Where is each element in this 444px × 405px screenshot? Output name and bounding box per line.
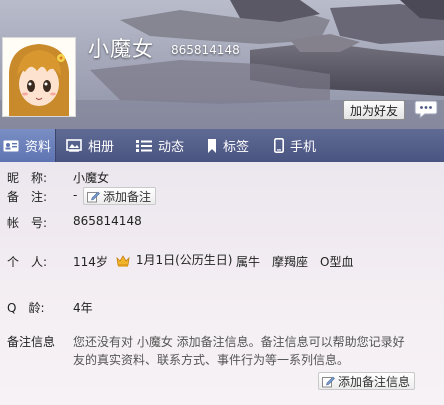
remark-info-line-1: 您还没有对 小魔女 添加备注信息。备注信息可以帮助您记录好	[73, 335, 405, 349]
tab-album[interactable]: 相册	[66, 129, 114, 162]
tab-label: 手机	[290, 140, 317, 155]
tab-label: 动态	[158, 140, 185, 155]
tab-tags[interactable]: 标签	[207, 129, 249, 162]
birthday-group: 1月1日(公历生日)	[116, 251, 232, 268]
tab-mobile[interactable]: 手机	[274, 129, 316, 162]
tab-label: 标签	[223, 140, 250, 155]
avatar[interactable]	[2, 37, 76, 117]
add-remark-info-label: 添加备注信息	[338, 374, 411, 389]
profile-qq-number: 865814148	[171, 43, 240, 57]
add-remark-info-button[interactable]: 添加备注信息	[318, 372, 416, 390]
q-age-label: Q 龄:	[7, 301, 45, 315]
birthday-value: 1月1日(公历生日)	[135, 253, 233, 267]
photo-album-icon	[66, 139, 82, 152]
q-age-value: 4年	[73, 301, 93, 315]
remark-info-text: 您还没有对 小魔女 添加备注信息。备注信息可以帮助您记录好 友的真实资料、联系方…	[73, 333, 433, 369]
tab-feed[interactable]: 动态	[136, 129, 184, 162]
account-label: 帐 号:	[7, 216, 48, 230]
constellation-value: 摩羯座	[272, 255, 309, 269]
remark-info-label: 备注信息	[7, 335, 56, 349]
crown-icon	[116, 254, 130, 267]
tab-label: 相册	[88, 140, 115, 155]
nickname-label: 昵 称:	[7, 171, 48, 185]
nickname-value: 小魔女	[73, 171, 110, 185]
remark-value: -	[73, 188, 78, 202]
profile-nickname: 小魔女	[88, 37, 154, 61]
profile-tab-bar: 资料 相册 动态 标签 手机	[0, 129, 444, 162]
profile-cover: 小魔女 865814148 加为好友	[0, 0, 444, 129]
feed-list-icon	[136, 139, 152, 152]
personal-label: 个 人:	[7, 255, 48, 269]
tab-profile[interactable]: 资料	[0, 129, 56, 162]
age-value: 114岁	[73, 255, 108, 269]
chat-bubble-icon	[414, 100, 438, 120]
remark-info-line-2: 友的真实资料、联系方式、事件行为等一系列信息。	[73, 353, 350, 367]
add-friend-button[interactable]: 加为好友	[343, 100, 405, 120]
edit-pencil-icon	[322, 375, 335, 388]
add-remark-label: 添加备注	[103, 189, 152, 204]
blood-type-value: O型血	[320, 255, 354, 269]
add-remark-button[interactable]: 添加备注	[83, 187, 157, 205]
send-message-button[interactable]	[414, 98, 438, 120]
remark-label: 备 注:	[7, 190, 48, 204]
edit-pencil-icon	[87, 190, 100, 203]
profile-card-icon	[3, 140, 19, 152]
bookmark-tag-icon	[207, 138, 217, 153]
zodiac-value: 属牛	[236, 255, 261, 269]
account-value: 865814148	[73, 214, 142, 228]
anime-girl-avatar-image	[3, 38, 75, 116]
tab-label: 资料	[25, 140, 52, 155]
mobile-phone-icon	[274, 138, 284, 153]
profile-details-panel: 昵 称: 小魔女 备 注: - 添加备注 帐 号: 865814148 个 人:…	[0, 162, 444, 405]
